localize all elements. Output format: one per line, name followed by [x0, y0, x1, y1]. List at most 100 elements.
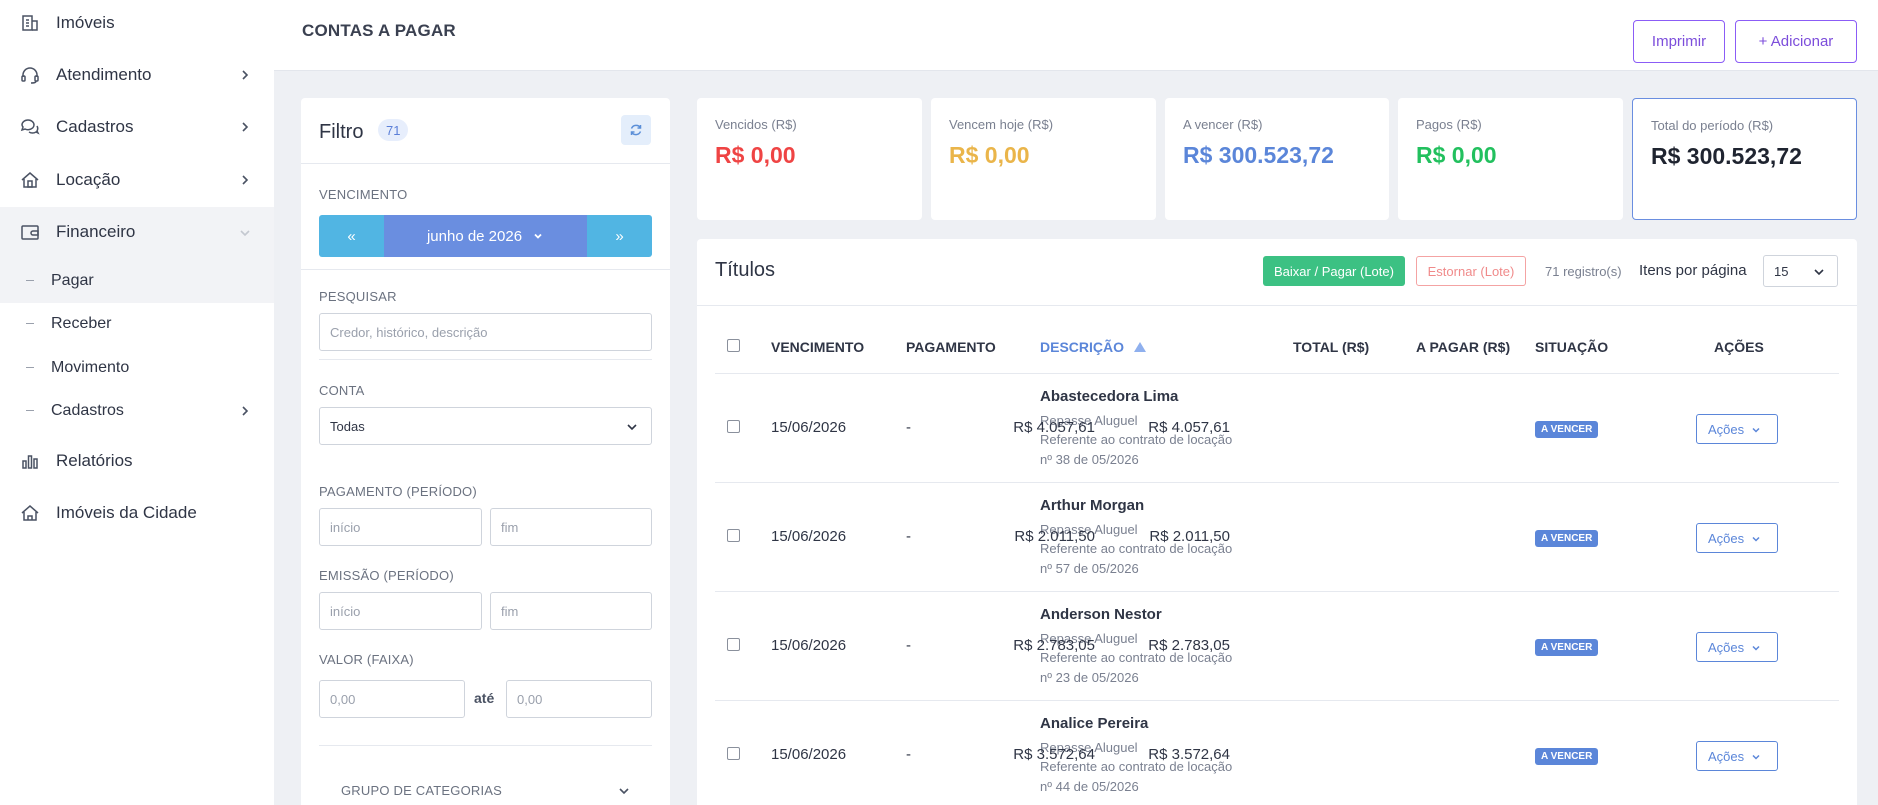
col-situacao[interactable]: SITUAÇÃO — [1535, 339, 1608, 355]
row-a-pagar: R$ 3.572,64 — [1148, 746, 1230, 763]
row-checkbox[interactable] — [727, 747, 740, 760]
wallet-icon — [20, 222, 40, 242]
divider — [301, 269, 670, 270]
row-desc-line3: nº 57 de 05/2026 — [1040, 561, 1139, 576]
pagamento-label: PAGAMENTO (PERÍODO) — [319, 484, 477, 499]
add-button[interactable]: + Adicionar — [1735, 20, 1857, 63]
stat-label: Vencem hoje (R$) — [949, 117, 1054, 132]
print-button[interactable]: Imprimir — [1633, 20, 1725, 63]
sidebar-item-cadastros[interactable]: Cadastros — [0, 116, 274, 138]
filter-panel: Filtro 71 VENCIMENTO « junho de 2026 » P… — [301, 98, 670, 805]
sidebar-item-imoveis[interactable]: Imóveis — [0, 12, 274, 34]
conta-select[interactable]: Todas — [319, 407, 652, 445]
row-desc-line3: nº 38 de 05/2026 — [1040, 452, 1139, 467]
col-total[interactable]: TOTAL (R$) — [1293, 339, 1369, 355]
sidebar-item-atendimento[interactable]: Atendimento — [0, 64, 274, 86]
per-page-label: Itens por página — [1639, 262, 1747, 279]
valor-min-input[interactable]: 0,00 — [319, 680, 465, 718]
row-actions-button[interactable]: Ações — [1696, 414, 1778, 444]
month-navigator: « junho de 2026 » — [319, 215, 652, 257]
row-pagamento: - — [906, 637, 911, 654]
stat-value: R$ 0,00 — [715, 142, 796, 168]
status-badge: A VENCER — [1535, 639, 1599, 656]
emissao-inicio-input[interactable]: início — [319, 592, 482, 630]
stat-value: R$ 0,00 — [949, 142, 1030, 168]
table-row: 15/06/2026 - Arthur Morgan Repasse Alugu… — [715, 482, 1839, 591]
stat-card-a-vencer: A vencer (R$) R$ 300.523,72 — [1165, 98, 1389, 220]
next-month-button[interactable]: » — [587, 215, 652, 257]
row-pagamento: - — [906, 746, 911, 763]
batch-reverse-button[interactable]: Estornar (Lote) — [1416, 256, 1526, 286]
emissao-fim-input[interactable]: fim — [490, 592, 652, 630]
row-checkbox[interactable] — [727, 638, 740, 651]
row-pagamento: - — [906, 419, 911, 436]
col-vencimento[interactable]: VENCIMENTO — [771, 339, 864, 355]
row-pagamento: - — [906, 528, 911, 545]
row-checkbox[interactable] — [727, 529, 740, 542]
row-actions-label: Ações — [1708, 748, 1745, 764]
stat-value: R$ 0,00 — [1416, 142, 1497, 168]
batch-pay-button[interactable]: Baixar / Pagar (Lote) — [1263, 256, 1405, 286]
records-count: 71 registro(s) — [1545, 264, 1622, 279]
row-name: Abastecedora Lima — [1040, 388, 1179, 405]
sidebar-subitem-label: Cadastros — [51, 402, 124, 419]
pagamento-fim-input[interactable]: fim — [490, 508, 652, 546]
sidebar-subitem-label: Receber — [51, 315, 112, 332]
chevron-right-icon — [238, 120, 252, 134]
col-pagamento[interactable]: PAGAMENTO — [906, 339, 996, 355]
month-select[interactable]: junho de 2026 — [384, 215, 587, 257]
month-label: junho de 2026 — [426, 227, 523, 245]
row-actions-button[interactable]: Ações — [1696, 632, 1778, 662]
headset-icon — [20, 65, 40, 85]
building-icon — [20, 13, 40, 33]
sidebar-subitem-movimento[interactable]: Movimento — [0, 348, 274, 388]
col-a-pagar[interactable]: A PAGAR (R$) — [1416, 339, 1510, 355]
chevron-down-icon — [1752, 645, 1760, 651]
row-vencimento: 15/06/2026 — [771, 419, 847, 436]
dash-icon — [26, 323, 34, 324]
row-vencimento: 15/06/2026 — [771, 528, 847, 545]
chat-icon — [20, 117, 40, 137]
sidebar-subitem-pagar[interactable]: Pagar — [0, 261, 274, 301]
grupo-categorias-toggle[interactable]: GRUPO DE CATEGORIAS — [341, 782, 631, 800]
sidebar-item-imoveis-cidade[interactable]: Imóveis da Cidade — [0, 502, 274, 524]
prev-month-button[interactable]: « — [319, 215, 384, 257]
table-row: 15/06/2026 - Anderson Nestor Repasse Alu… — [715, 591, 1839, 700]
row-a-pagar: R$ 4.057,61 — [1148, 419, 1230, 436]
chevron-right-icon — [238, 68, 252, 82]
chevron-down-icon — [1812, 265, 1826, 279]
per-page-select[interactable]: 15 — [1763, 255, 1838, 287]
refresh-icon — [629, 123, 643, 137]
row-total: R$ 2.011,50 — [1014, 528, 1095, 545]
row-actions-button[interactable]: Ações — [1696, 523, 1778, 553]
valor-max-input[interactable]: 0,00 — [506, 680, 652, 718]
sidebar-item-label: Cadastros — [56, 117, 134, 136]
chevron-down-icon — [1752, 754, 1760, 760]
stat-value: R$ 300.523,72 — [1651, 143, 1802, 169]
chevron-down-icon — [238, 226, 252, 240]
row-total: R$ 2.783,05 — [1013, 637, 1095, 654]
status-badge: A VENCER — [1535, 421, 1599, 438]
stat-card-vencidos: Vencidos (R$) R$ 0,00 — [697, 98, 922, 220]
col-acoes: AÇÕES — [1714, 339, 1764, 355]
select-all-checkbox[interactable] — [727, 339, 740, 352]
chevron-down-icon — [625, 420, 639, 434]
dash-icon — [26, 410, 34, 411]
divider — [319, 745, 652, 746]
chevron-right-icon — [238, 173, 252, 187]
search-input[interactable]: Credor, histórico, descrição — [319, 313, 652, 351]
row-name: Anderson Nestor — [1040, 606, 1162, 623]
sidebar-item-label: Financeiro — [56, 222, 136, 241]
row-actions-label: Ações — [1708, 421, 1745, 437]
page-header: CONTAS A PAGAR Imprimir + Adicionar — [274, 0, 1878, 71]
refresh-button[interactable] — [621, 115, 651, 145]
sidebar-subitem-receber[interactable]: Receber — [0, 304, 274, 344]
pagamento-inicio-input[interactable]: início — [319, 508, 482, 546]
sidebar-subitem-cadastros[interactable]: Cadastros — [0, 391, 274, 431]
col-descricao[interactable]: DESCRIÇÃO — [1040, 339, 1147, 355]
sidebar-item-relatorios[interactable]: Relatórios — [0, 450, 274, 472]
status-badge: A VENCER — [1535, 530, 1599, 547]
sidebar-item-locacao[interactable]: Locação — [0, 169, 274, 191]
row-checkbox[interactable] — [727, 420, 740, 433]
row-actions-button[interactable]: Ações — [1696, 741, 1778, 771]
